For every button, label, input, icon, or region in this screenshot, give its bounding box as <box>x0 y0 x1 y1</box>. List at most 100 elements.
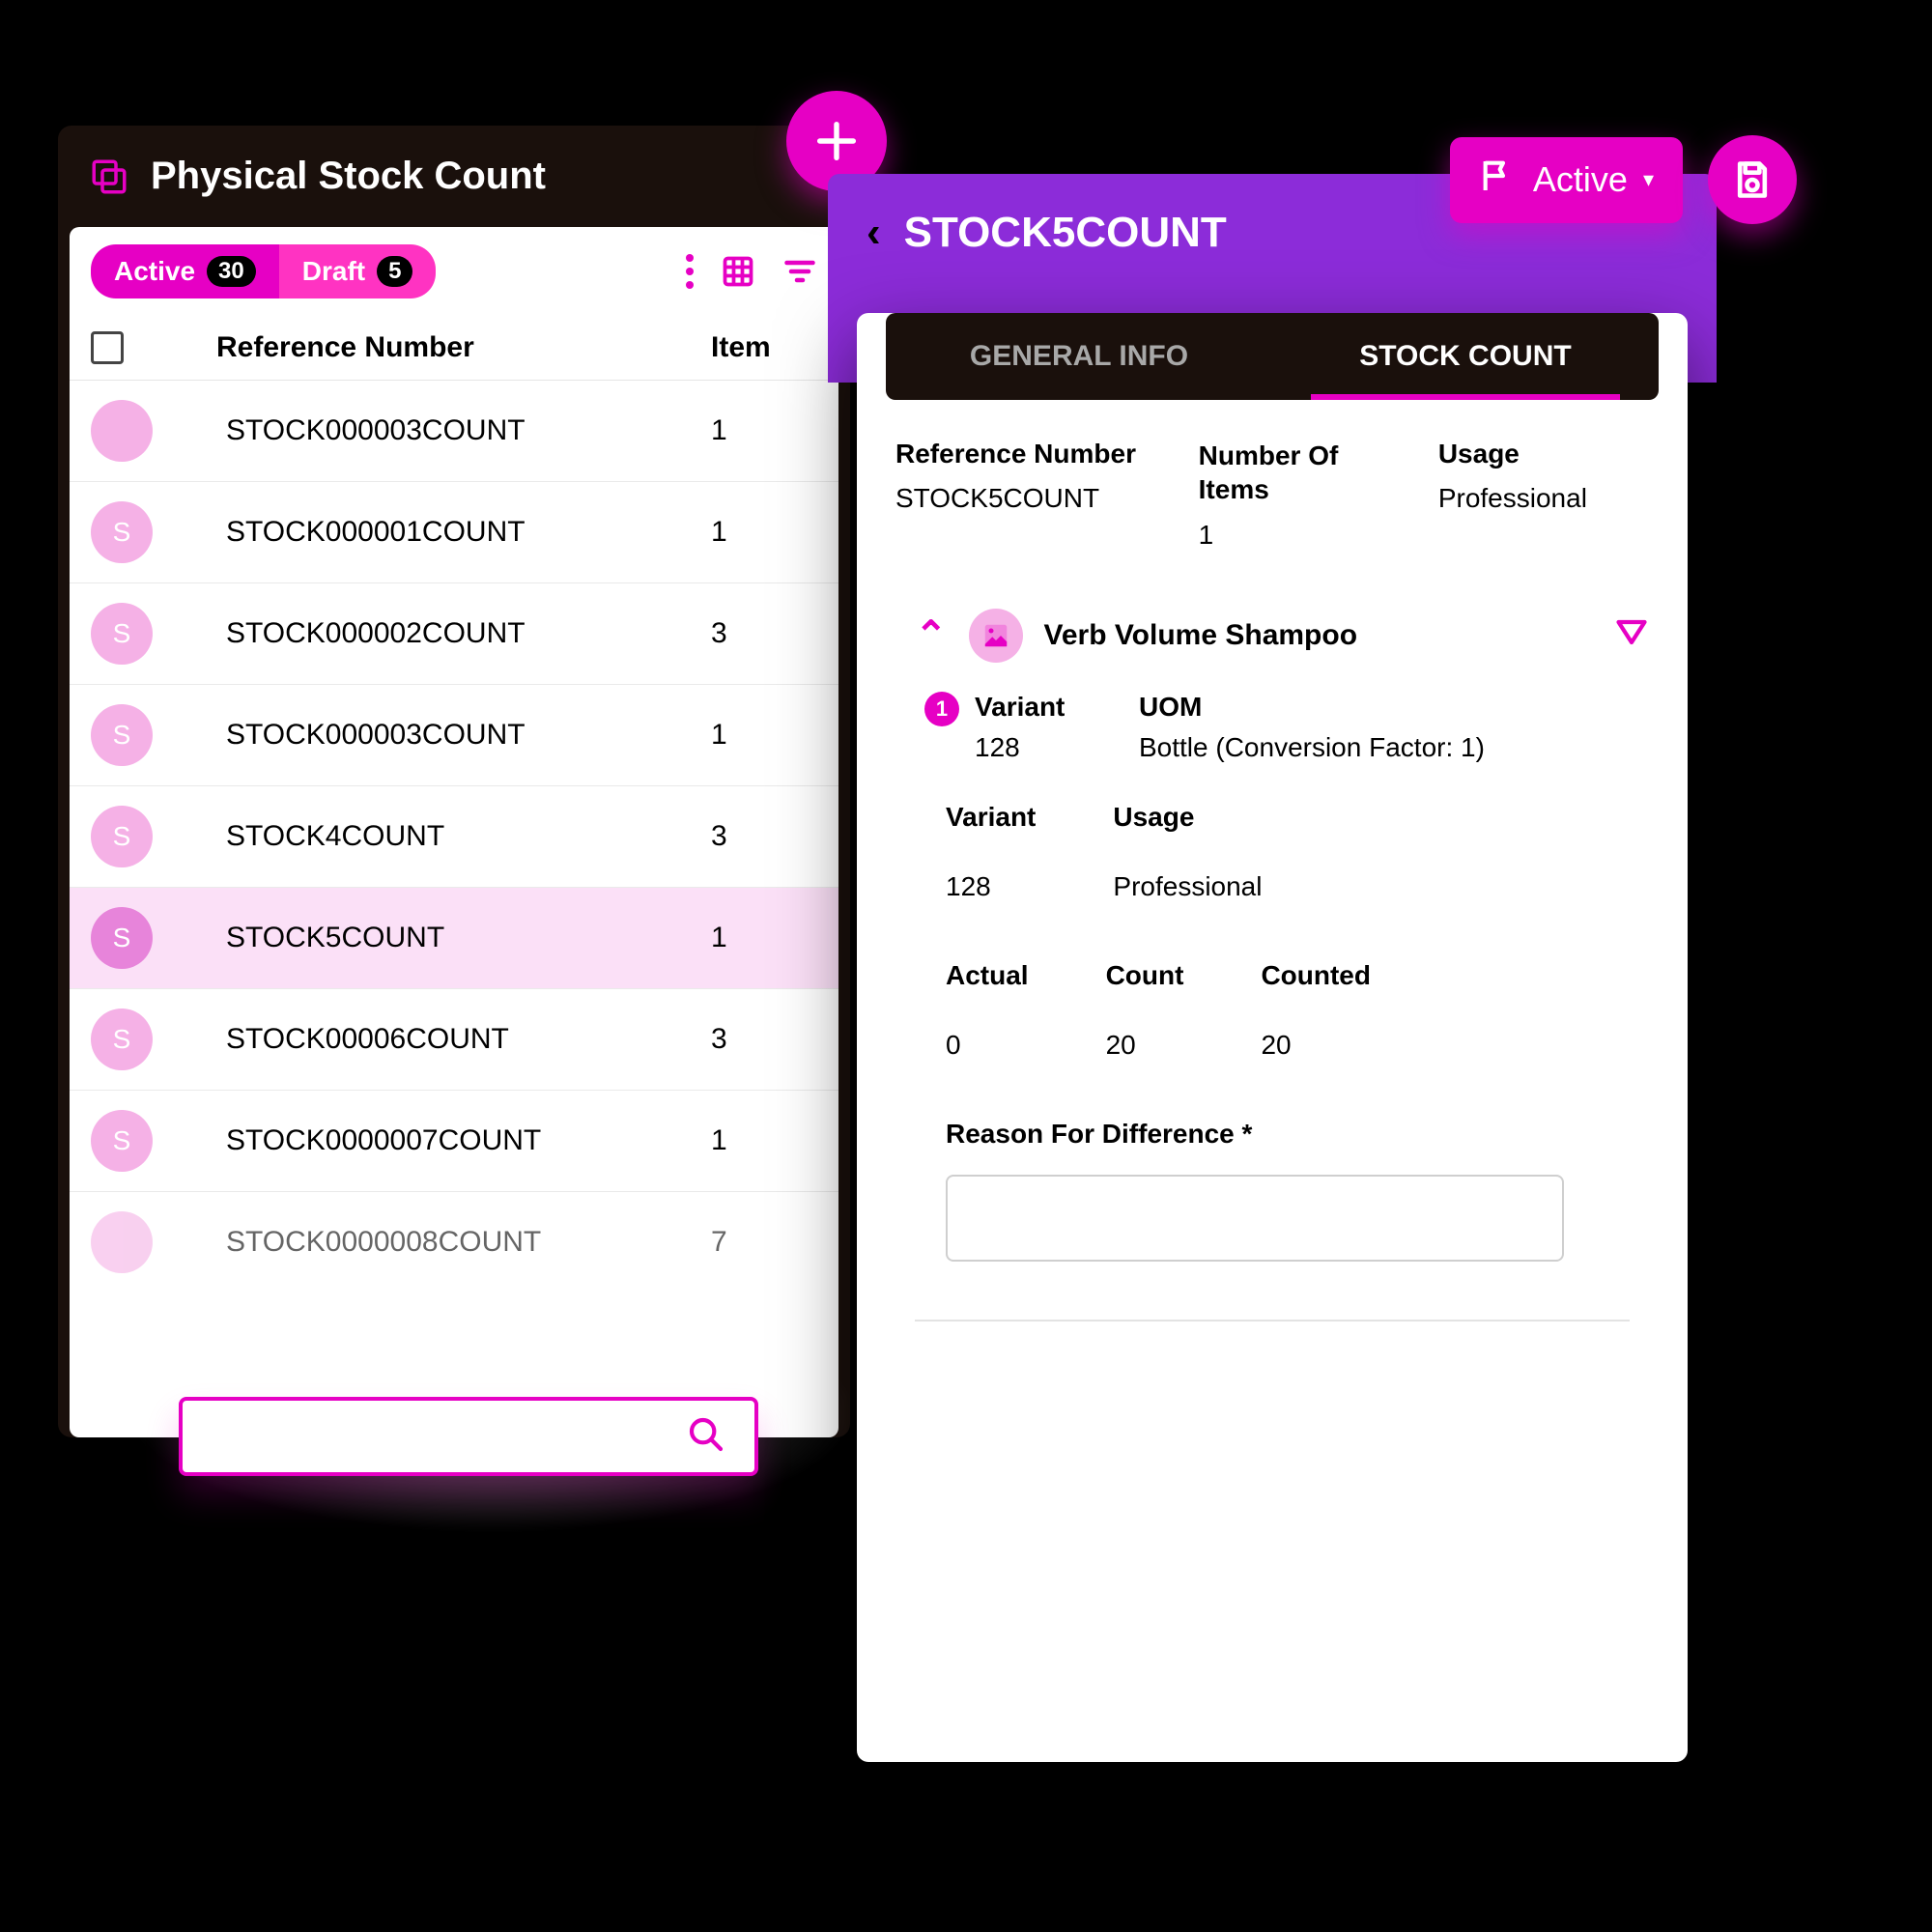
filter-icon[interactable] <box>782 254 817 289</box>
header-item: Item <box>711 331 817 364</box>
save-button[interactable] <box>1708 135 1797 224</box>
row-item: 1 <box>711 414 817 447</box>
filter-row: Active 30 Draft 5 <box>70 227 838 308</box>
stock-table: Reference Number Item STOCK000003COUNT1S… <box>70 308 838 1293</box>
row-item: 3 <box>711 617 817 650</box>
row-avatar: S <box>91 704 153 766</box>
tab-stock-count[interactable]: STOCK COUNT <box>1272 313 1659 400</box>
search-input[interactable] <box>179 1397 758 1476</box>
row-reference: STOCK0000008COUNT <box>178 1226 711 1259</box>
grid-view-icon[interactable] <box>721 254 755 289</box>
ref-value: STOCK5COUNT <box>895 483 1170 514</box>
table-row[interactable]: STOCK0000008COUNT7 <box>70 1192 838 1293</box>
variant-value: 128 <box>975 732 1100 763</box>
usage-value: Professional <box>1438 483 1649 514</box>
table-row[interactable]: S STOCK000003COUNT1 <box>70 685 838 786</box>
row-reference: STOCK00006COUNT <box>178 1023 711 1056</box>
status-active-count: 30 <box>207 256 256 287</box>
row-avatar: S <box>91 907 153 969</box>
header-reference: Reference Number <box>178 331 711 364</box>
row-avatar <box>91 1211 153 1273</box>
variant-usage-grid: Variant 128 Usage Professional <box>857 763 1688 902</box>
usage2-value: Professional <box>1113 871 1262 902</box>
row-reference: STOCK5COUNT <box>178 922 711 954</box>
detail-tabs: GENERAL INFO STOCK COUNT <box>886 313 1659 400</box>
stock-detail-panel: ‹ STOCK5COUNT GENERAL INFO STOCK COUNT R… <box>828 174 1717 1762</box>
counted-value: 20 <box>1261 1030 1371 1061</box>
row-reference: STOCK4COUNT <box>178 820 711 853</box>
row-avatar: S <box>91 1110 153 1172</box>
table-row[interactable]: S STOCK00006COUNT3 <box>70 989 838 1091</box>
counted-label: Counted <box>1261 960 1371 991</box>
uom-value: Bottle (Conversion Factor: 1) <box>1139 732 1485 763</box>
caret-down-icon: ▾ <box>1643 167 1654 192</box>
usage2-label: Usage <box>1113 802 1262 833</box>
tab-general-info[interactable]: GENERAL INFO <box>886 313 1272 400</box>
ref-label: Reference Number <box>895 439 1170 469</box>
row-item: 1 <box>711 719 817 752</box>
row-item: 7 <box>711 1226 817 1259</box>
usage-label: Usage <box>1438 439 1649 469</box>
reason-section: Reason For Difference * <box>857 1061 1688 1262</box>
back-button[interactable]: ‹ <box>867 212 881 254</box>
search-icon <box>687 1415 725 1459</box>
list-body: Active 30 Draft 5 Re <box>70 227 838 1437</box>
row-item: 3 <box>711 820 817 853</box>
count-value: 20 <box>1106 1030 1184 1061</box>
top-right-controls: Active ▾ <box>1450 135 1797 224</box>
table-row[interactable]: S STOCK000002COUNT3 <box>70 583 838 685</box>
row-reference: STOCK000001COUNT <box>178 516 711 549</box>
row-item: 1 <box>711 516 817 549</box>
select-all-checkbox[interactable] <box>91 331 124 364</box>
table-row[interactable]: SSTOCK5COUNT1 <box>70 888 838 989</box>
funnel-icon[interactable] <box>1614 616 1649 656</box>
flag-icon <box>1479 156 1518 204</box>
variant-label: Variant <box>975 692 1100 723</box>
table-row[interactable]: S STOCK0000007COUNT1 <box>70 1091 838 1192</box>
product-image-icon <box>969 609 1023 663</box>
row-reference: STOCK0000007COUNT <box>178 1124 711 1157</box>
active-status-label: Active <box>1533 159 1628 200</box>
row-reference: STOCK000003COUNT <box>178 414 711 447</box>
row-avatar: S <box>91 1009 153 1070</box>
product-name: Verb Volume Shampoo <box>1044 619 1593 652</box>
row-avatar <box>91 400 153 462</box>
toolbar-icons <box>686 254 817 289</box>
reason-input[interactable] <box>946 1175 1564 1262</box>
product-row: ⌃ Verb Volume Shampoo <box>857 551 1688 682</box>
active-status-button[interactable]: Active ▾ <box>1450 137 1683 223</box>
row-reference: STOCK000002COUNT <box>178 617 711 650</box>
variant2-value: 128 <box>946 871 1036 902</box>
info-row: Reference Number STOCK5COUNT Number Of I… <box>857 400 1688 551</box>
table-row[interactable]: SSTOCK4COUNT3 <box>70 786 838 888</box>
reason-label: Reason For Difference * <box>946 1119 1630 1150</box>
status-active-pill[interactable]: Active 30 <box>91 244 279 298</box>
collapse-icon[interactable]: ⌃ <box>915 613 948 658</box>
list-header: Physical Stock Count <box>58 126 850 227</box>
table-row[interactable]: SSTOCK000001COUNT1 <box>70 482 838 583</box>
detail-card: GENERAL INFO STOCK COUNT Reference Numbe… <box>857 313 1688 1762</box>
status-draft-pill[interactable]: Draft 5 <box>279 244 437 298</box>
table-row[interactable]: STOCK000003COUNT1 <box>70 381 838 482</box>
actual-value: 0 <box>946 1030 1029 1061</box>
divider <box>915 1320 1630 1321</box>
row-item: 1 <box>711 1124 817 1157</box>
count-grid: Actual 0 Count 20 Counted 20 <box>857 902 1688 1061</box>
num-items-label: Number Of Items <box>1199 439 1409 506</box>
kebab-menu-icon[interactable] <box>686 254 694 289</box>
variant2-label: Variant <box>946 802 1036 833</box>
num-items-value: 1 <box>1199 520 1409 551</box>
stock-stack-icon <box>89 156 129 197</box>
uom-label: UOM <box>1139 692 1485 723</box>
status-draft-count: 5 <box>377 256 412 287</box>
detail-title: STOCK5COUNT <box>904 209 1227 257</box>
row-reference: STOCK000003COUNT <box>178 719 711 752</box>
status-filter: Active 30 Draft 5 <box>91 244 436 298</box>
row-avatar: S <box>91 603 153 665</box>
page-title: Physical Stock Count <box>151 155 546 198</box>
variant-index-badge: 1 <box>924 692 959 726</box>
variant-block: 1 Variant 128 UOM Bottle (Conversion Fac… <box>857 682 1688 763</box>
row-item: 3 <box>711 1023 817 1056</box>
actual-label: Actual <box>946 960 1029 991</box>
stock-list-panel: Physical Stock Count Active 30 Draft 5 <box>58 126 850 1437</box>
